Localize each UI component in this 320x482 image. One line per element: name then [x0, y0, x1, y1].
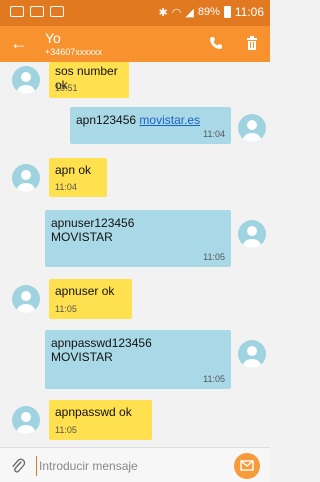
message-text: apnuser123456 MOVISTAR — [51, 216, 135, 244]
message-text: apn ok — [55, 163, 92, 177]
message-time: 11:04 — [55, 182, 77, 192]
battery-percentage: 89% — [197, 6, 220, 18]
message-bubble[interactable]: apnpasswd ok 11:05 — [49, 400, 152, 440]
battery-icon — [223, 6, 231, 18]
message-time: 11:05 — [55, 304, 77, 314]
contact-number: +34607xxxxxx — [45, 47, 103, 57]
message-text: apn123456 movistar.es — [76, 113, 201, 127]
message-time: 11:04 — [203, 129, 225, 139]
system-status: ✱ ◠ ◢ 89% 11:06 — [159, 5, 264, 19]
message-bubble[interactable]: apnuser123456 MOVISTAR 11:05 — [45, 210, 231, 267]
avatar[interactable] — [12, 285, 40, 313]
image-notification-icon — [30, 6, 44, 17]
wifi-icon: ◠ — [171, 6, 182, 19]
avatar[interactable] — [12, 66, 40, 94]
message-time: 11:05 — [55, 425, 77, 435]
conversation-header: ← Yo +34607xxxxxx — [0, 26, 270, 62]
arrow-left-icon[interactable]: ← — [10, 32, 28, 54]
message-input[interactable]: Introducir mensaje — [36, 456, 226, 476]
message-time: 11:05 — [203, 374, 225, 384]
message-text: apnuser ok — [55, 284, 115, 298]
avatar[interactable] — [12, 164, 40, 192]
message-list[interactable]: sos number ok 10:51 apn123456 movistar.e… — [0, 62, 270, 447]
message-composer: Introducir mensaje — [0, 447, 270, 482]
contact-name[interactable]: Yo — [45, 30, 61, 46]
status-bar: ✱ ◠ ◢ 89% 11:06 — [0, 0, 270, 26]
send-button[interactable] — [234, 453, 260, 479]
message-time: 11:05 — [203, 252, 225, 262]
message-bubble[interactable]: apn123456 movistar.es 11:04 — [70, 107, 231, 144]
status-time: 11:06 — [234, 5, 264, 19]
signal-icon: ◢ — [185, 6, 194, 19]
bluetooth-icon: ✱ — [158, 6, 168, 19]
paperclip-icon[interactable] — [10, 457, 26, 475]
trash-icon[interactable] — [244, 35, 260, 51]
phone-icon[interactable] — [208, 35, 224, 51]
avatar[interactable] — [12, 406, 40, 434]
message-bubble[interactable]: apnpasswd123456 MOVISTAR 11:05 — [45, 330, 231, 389]
message-bubble[interactable]: sos number ok 10:51 — [49, 62, 129, 98]
message-link[interactable]: movistar.es — [139, 113, 200, 127]
message-bubble[interactable]: apnuser ok 11:05 — [49, 279, 132, 319]
notification-icons — [10, 6, 64, 17]
message-text: apnpasswd ok — [55, 405, 132, 419]
avatar[interactable] — [238, 114, 266, 142]
message-notification-icon — [50, 6, 64, 17]
email-notification-icon — [10, 6, 24, 17]
message-text: apnpasswd123456 MOVISTAR — [51, 336, 152, 364]
avatar[interactable] — [238, 340, 266, 368]
message-time: 10:51 — [55, 83, 78, 93]
message-bubble[interactable]: apn ok 11:04 — [49, 158, 107, 197]
envelope-icon — [240, 460, 254, 471]
avatar[interactable] — [238, 220, 266, 248]
